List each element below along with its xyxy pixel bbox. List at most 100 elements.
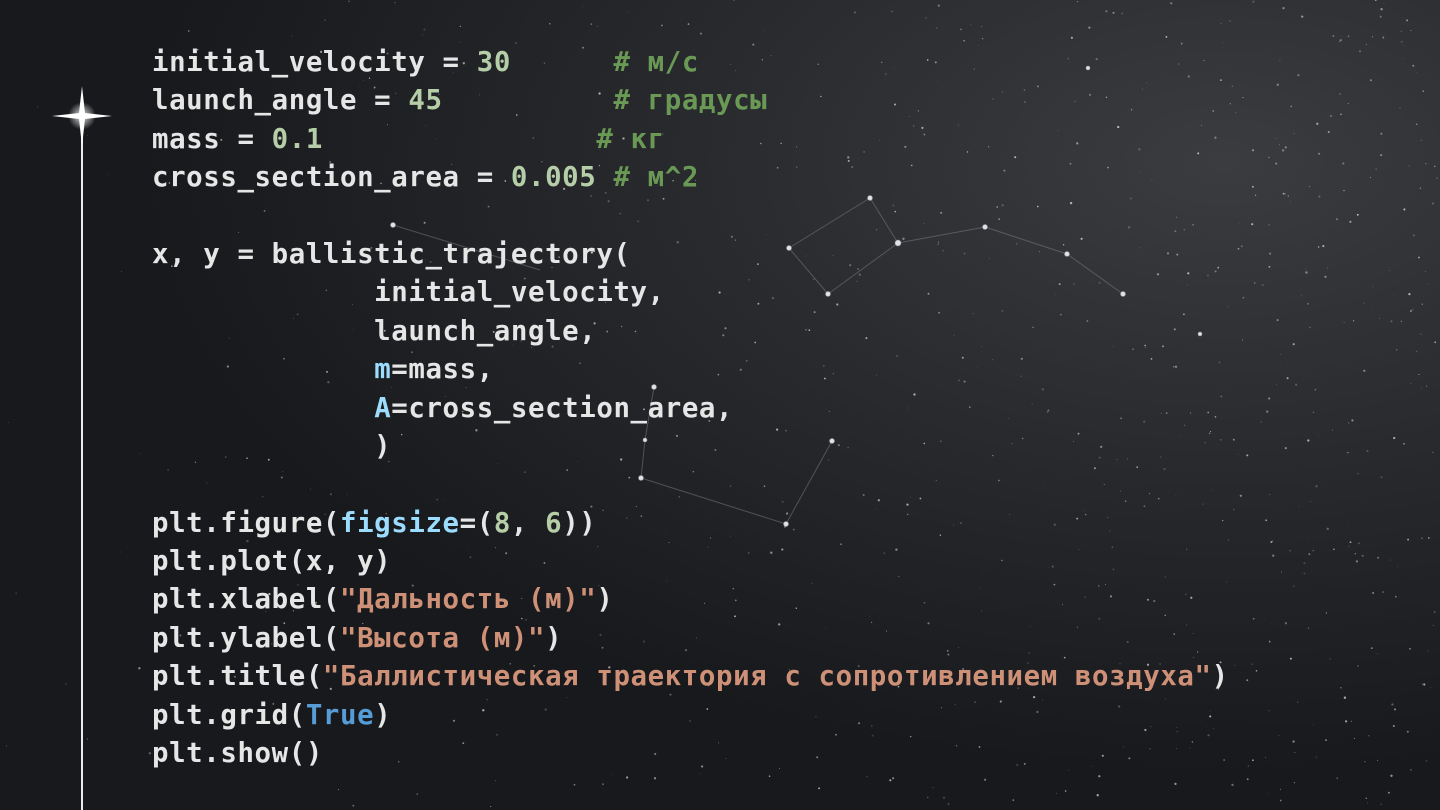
- star: [1359, 50, 1361, 53]
- code-token-default: =mass,: [391, 354, 494, 386]
- star: [1345, 720, 1348, 723]
- star: [1268, 640, 1271, 643]
- code-token-default: plt.figure(: [152, 507, 340, 539]
- star: [1421, 537, 1423, 539]
- star: [1406, 730, 1409, 733]
- code-token-default: [511, 47, 614, 78]
- star: [582, 5, 584, 7]
- star: [1251, 223, 1254, 226]
- star: [1427, 283, 1429, 285]
- star: [1389, 270, 1391, 271]
- star: [423, 28, 426, 31]
- star: [1242, 96, 1244, 99]
- star: [1357, 473, 1359, 475]
- code-line: A=cross_section_area,: [152, 390, 1229, 428]
- star: [1353, 737, 1355, 740]
- star: [1363, 369, 1366, 372]
- star: [1229, 20, 1231, 22]
- star: [1232, 438, 1235, 441]
- star: [1313, 724, 1314, 725]
- star: [1433, 165, 1436, 168]
- star: [1357, 665, 1359, 667]
- star: [337, 789, 339, 791]
- code-line: plt.ylabel("Высота (м)"): [152, 620, 1229, 658]
- star: [1242, 339, 1244, 341]
- star: [1252, 707, 1253, 709]
- star: [818, 787, 821, 790]
- star: [1380, 803, 1383, 806]
- star: [1336, 777, 1338, 779]
- code-token-default: [443, 85, 614, 116]
- star: [1379, 317, 1381, 319]
- star: [1268, 710, 1270, 712]
- star: [1390, 320, 1393, 323]
- star: [1252, 0, 1255, 3]
- star: [120, 551, 122, 553]
- star: [86, 738, 88, 740]
- star: [1284, 447, 1287, 450]
- star: [1432, 624, 1435, 627]
- star: [1400, 40, 1403, 43]
- star: [1284, 146, 1287, 149]
- star: [1088, 26, 1091, 29]
- star: [1271, 540, 1273, 543]
- star: [1233, 509, 1235, 511]
- star: [1237, 453, 1239, 455]
- star: [1364, 761, 1366, 763]
- code-token-number: 0.1: [271, 123, 323, 155]
- star: [1220, 22, 1222, 24]
- star: [1121, 12, 1123, 15]
- star: [1237, 247, 1240, 250]
- star: [1170, 2, 1173, 5]
- star: [291, 35, 293, 37]
- star: [1325, 612, 1328, 614]
- star: [1382, 36, 1385, 39]
- star: [1380, 132, 1383, 135]
- code-token-kwarg: A: [374, 392, 392, 424]
- star: [1076, 0, 1079, 3]
- star: [1112, 11, 1115, 14]
- star: [1335, 218, 1338, 221]
- star: [394, 2, 396, 4]
- star: [1340, 687, 1342, 689]
- star: [1432, 451, 1434, 454]
- star: [1409, 310, 1412, 312]
- code-token-kwarg: m: [374, 354, 392, 386]
- star: [1361, 554, 1364, 557]
- star: [1379, 15, 1382, 18]
- star: [1403, 208, 1406, 211]
- star: [5, 745, 8, 747]
- star: [1055, 793, 1057, 794]
- star: [1343, 189, 1345, 192]
- code-token-default: plt.grid(: [152, 699, 306, 731]
- star: [1239, 494, 1242, 497]
- star: [1247, 765, 1250, 767]
- star: [1255, 670, 1258, 672]
- star: [1144, 31, 1145, 33]
- star: [1369, 79, 1372, 82]
- star: [889, 779, 892, 782]
- star: [1325, 739, 1327, 741]
- star: [1347, 102, 1349, 105]
- star: [853, 11, 856, 14]
- star: [932, 787, 934, 789]
- star: [1070, 36, 1073, 39]
- code-token-default: [152, 354, 374, 385]
- star: [1431, 202, 1435, 205]
- star: [459, 25, 461, 28]
- star: [1270, 622, 1272, 624]
- star: [1316, 122, 1319, 126]
- star: [1423, 683, 1426, 686]
- star: [1310, 501, 1312, 502]
- star: [1369, 177, 1371, 178]
- star: [1165, 35, 1168, 38]
- star: [1348, 545, 1350, 547]
- star: [981, 26, 982, 27]
- star: [1252, 759, 1254, 762]
- star: [1425, 759, 1428, 762]
- star: [1268, 493, 1271, 496]
- star: [573, 783, 576, 786]
- star: [1315, 485, 1318, 488]
- star: [1290, 105, 1292, 108]
